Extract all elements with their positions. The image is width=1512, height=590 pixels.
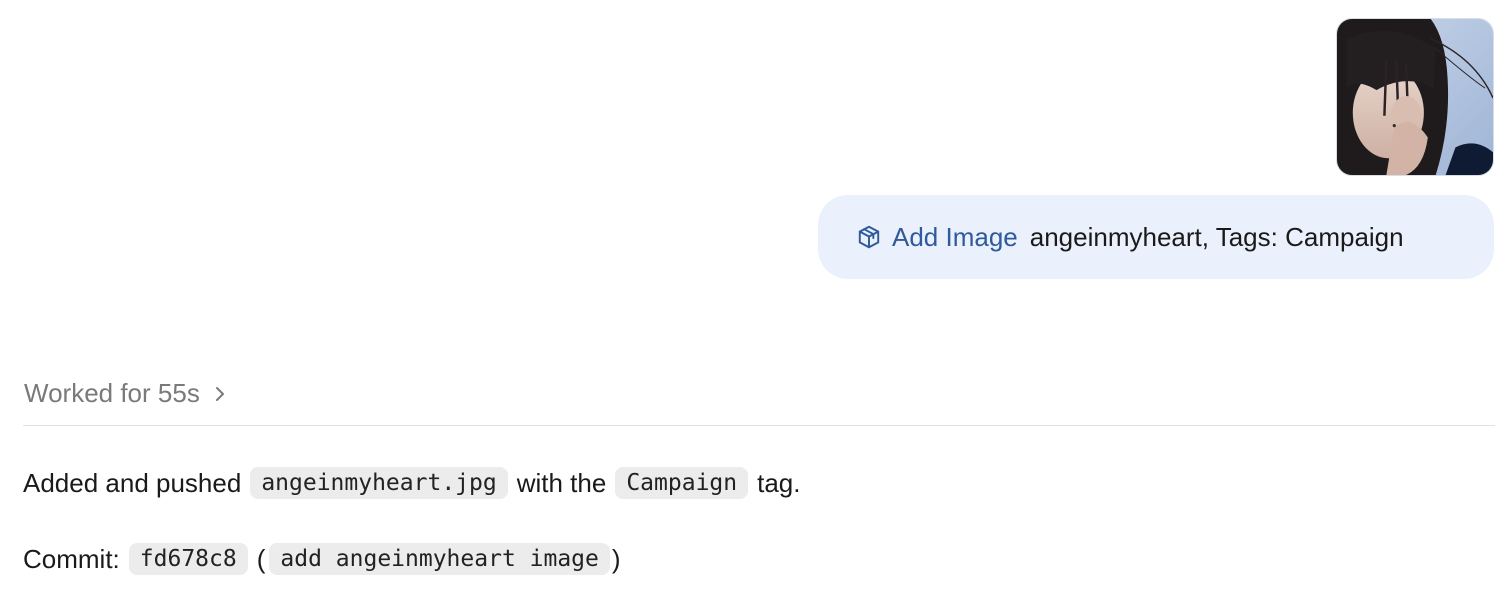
attached-image-thumbnail[interactable] bbox=[1336, 18, 1494, 176]
response-text: tag. bbox=[757, 467, 801, 498]
close-paren: ) bbox=[611, 543, 621, 574]
response-text: Added and pushed bbox=[23, 467, 242, 498]
commit-hash-code: fd678c8 bbox=[128, 543, 248, 575]
message-text: angeinmyheart, Tags: Campaign bbox=[1029, 221, 1404, 252]
open-paren: ( bbox=[256, 543, 266, 574]
response-line-added: Added and pushed angeinmyheart.jpg with … bbox=[23, 464, 800, 502]
skill-label[interactable]: Add Image bbox=[892, 222, 1018, 253]
worked-for-toggle[interactable]: Worked for 55s bbox=[24, 378, 228, 409]
response-text: with the bbox=[516, 467, 607, 498]
commit-label: Commit: bbox=[23, 543, 120, 574]
portrait-image bbox=[1337, 19, 1493, 175]
user-message-bubble: Add Image angeinmyheart, Tags: Campaign bbox=[818, 195, 1494, 279]
divider bbox=[23, 425, 1495, 426]
worked-for-label: Worked for 55s bbox=[24, 378, 200, 408]
chevron-right-icon bbox=[212, 383, 228, 405]
tag-code: Campaign bbox=[615, 467, 749, 499]
cube-icon bbox=[856, 224, 882, 250]
commit-message-code: add angeinmyheart image bbox=[269, 543, 610, 575]
chat-page: Add Image angeinmyheart, Tags: Campaign … bbox=[0, 0, 1512, 590]
response-line-commit: Commit: fd678c8 ( add angeinmyheart imag… bbox=[23, 540, 621, 578]
file-name-code: angeinmyheart.jpg bbox=[250, 467, 508, 499]
